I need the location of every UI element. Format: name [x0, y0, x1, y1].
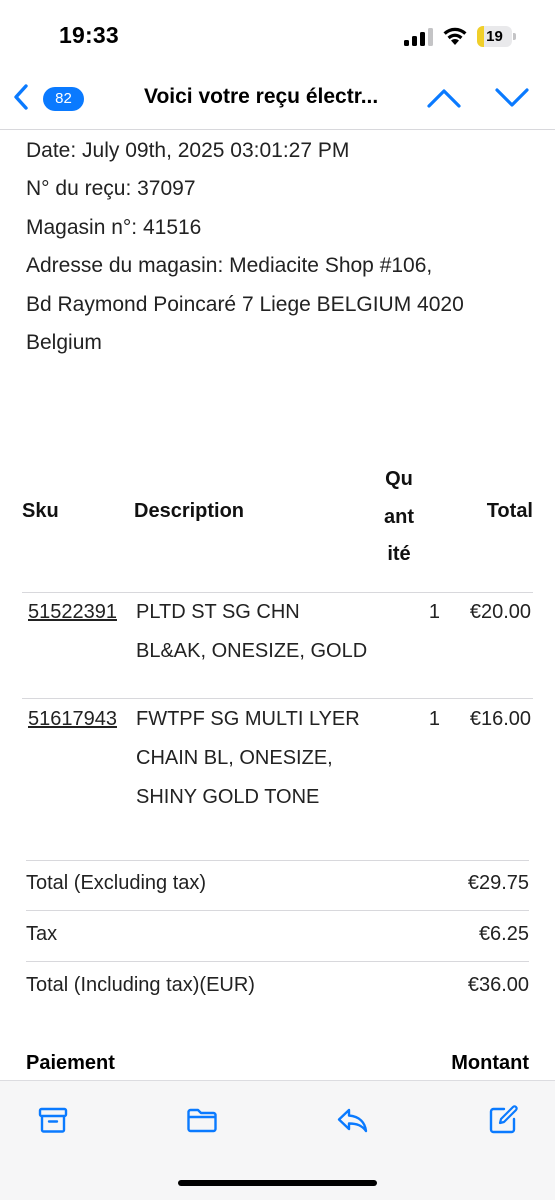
store-address-line-2: Bd Raymond Poincaré 7 Liege BELGIUM 4020	[26, 292, 464, 316]
chevron-up-icon[interactable]	[424, 85, 464, 111]
archive-icon[interactable]	[37, 1104, 69, 1136]
compose-icon[interactable]	[487, 1104, 519, 1136]
folder-icon[interactable]	[186, 1104, 218, 1136]
item-total: €20.00	[469, 601, 531, 623]
column-header-sku: Sku	[22, 500, 59, 522]
battery-level: 19	[486, 28, 503, 45]
cellular-signal-icon	[404, 28, 434, 46]
payment-label: Paiement	[26, 1052, 115, 1074]
store-address-line-1: Adresse du magasin: Mediacite Shop #106,	[26, 254, 433, 278]
tax-value: €6.25	[478, 923, 529, 945]
wifi-icon	[443, 27, 467, 45]
column-header-description: Description	[134, 500, 245, 522]
grand-total-value: €36.00	[467, 974, 529, 996]
item-description: PLTD ST SG CHN BL&AK, ONESIZE, GOLD	[136, 601, 368, 662]
home-indicator[interactable]	[178, 1180, 377, 1186]
reply-icon[interactable]	[336, 1104, 368, 1136]
table-divider	[22, 698, 533, 699]
receipt-number: N° du reçu: 37097	[26, 177, 196, 201]
column-header-quantity: Qu ant ité	[384, 468, 414, 565]
tax-label: Tax	[26, 923, 58, 945]
message-nav-bar: 82 Voici votre reçu électr...	[0, 66, 555, 130]
payment-amount-label: Montant	[451, 1052, 529, 1074]
item-sku-link[interactable]: 51522391	[28, 601, 117, 624]
status-time: 19:33	[59, 22, 119, 48]
unread-count-badge[interactable]: 82	[43, 87, 84, 111]
subtotal-label: Total (Excluding tax)	[26, 872, 207, 894]
item-description: FWTPF SG MULTI LYER CHAIN BL, ONESIZE, S…	[136, 708, 360, 808]
item-sku-link[interactable]: 51617943	[28, 708, 117, 731]
status-bar: 19:33 19	[0, 0, 555, 66]
item-total: €16.00	[469, 708, 531, 730]
receipt-date: Date: July 09th, 2025 03:01:27 PM	[26, 139, 350, 162]
receipt-info: Date: July 09th, 2025 03:01:27 PM N° du …	[26, 132, 536, 362]
column-header-total: Total	[486, 500, 533, 522]
subtotal-value: €29.75	[467, 872, 529, 894]
store-address-line-3: Belgium	[26, 331, 102, 355]
grand-total-row: Total (Including tax)(EUR) €36.00	[26, 962, 529, 1013]
tax-row: Tax €6.25	[26, 911, 529, 962]
email-body[interactable]: Date: July 09th, 2025 03:01:27 PM N° du …	[0, 130, 555, 1080]
message-subject-title: Voici votre reçu électr...	[144, 85, 379, 108]
chevron-down-icon[interactable]	[492, 85, 532, 111]
subtotal-row: Total (Excluding tax) €29.75	[26, 860, 529, 911]
grand-total-label: Total (Including tax)(EUR)	[26, 974, 255, 996]
item-quantity: 1	[428, 601, 440, 623]
item-quantity: 1	[428, 708, 440, 730]
battery-icon: 19	[477, 26, 517, 47]
totals-section: Total (Excluding tax) €29.75 Tax €6.25 T…	[26, 860, 529, 1013]
store-number: Magasin n°: 41516	[26, 215, 202, 239]
chevron-left-icon[interactable]	[10, 82, 32, 112]
